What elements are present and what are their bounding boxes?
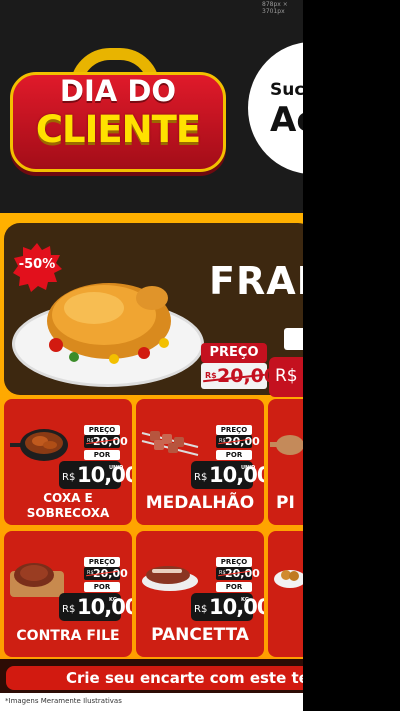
featured-product-title: FRAN [209,259,303,303]
product-card-contra-file: PREÇO R$ 20,00 POR R$ 10,00 KG CONTRA FI… [4,531,132,657]
product-card-pancetta: PREÇO R$ 20,00 POR R$ 10,00 KG PANCETTA [136,531,264,657]
product-card-medalhao: PREÇO R$ 20,00 POR R$ 10,00 UNID MEDALHÃ… [136,399,264,525]
product-name-line1: COXA E [43,491,93,505]
price-tab [284,328,303,350]
steak-icon [10,563,64,597]
preco-label: PREÇO [84,425,120,435]
badge-text-line1: Suc [270,80,303,100]
product-name: PI [276,493,295,513]
preco-label: PREÇO [216,557,252,567]
header-area: 878px × 3701px DIA DO CLIENTE Suc Ac [0,0,303,215]
currency: R$ [194,472,208,483]
product-name: CONTRA FILE [16,628,120,644]
right-black-panel [303,0,400,711]
unit-label: UNID [241,465,256,471]
price-label: PREÇO [201,343,267,363]
disclaimer: *Imagens Meramente Ilustrativas [5,697,122,705]
old-price: R$ 20,00 [84,567,128,580]
unit-label: KG [109,597,117,603]
old-price: R$ 20,00 [84,435,128,448]
cta-banner[interactable]: Crie seu encarte com este te [6,666,311,690]
product-name-line2: SOBRECOXA [26,506,110,520]
por-label: POR [84,450,120,460]
currency: R$ [194,604,208,615]
logo-line1: DIA DO [59,74,177,108]
old-price: R$ 20,00 [201,363,277,389]
new-price-currency: R$ [275,366,298,386]
product-name: PANCETTA [151,625,249,645]
skewers-icon [141,431,199,456]
new-price: R$ 10,00 KG [191,593,264,621]
badge-text-line2: Ac [270,100,303,140]
pancetta-icon [142,566,198,591]
product-name: COXA E SOBRECOXA [4,491,132,521]
price-value: 10,00 [209,595,264,619]
price-value: 10,00 [209,463,264,487]
featured-product: -50% FRAN PREÇO R$ 20,00 [4,223,303,397]
logo-line2: CLIENTE [35,108,201,151]
old-price: R$ 20,00 [216,435,260,448]
new-price: R$ [269,357,303,397]
preco-label: PREÇO [216,425,252,435]
offers-area: -50% FRAN PREÇO R$ 20,00 [0,213,303,693]
roast-chicken-image [47,283,171,364]
product-card-coxa: PREÇO R$ 20,00 POR R$ 10,00 UNID COXA E … [4,399,132,525]
new-price: R$ 10,00 UNID [191,461,264,489]
unit-label: UNID [109,465,124,471]
new-price: R$ 10,00 UNID [59,461,132,489]
new-price: R$ 10,00 KG [59,593,132,621]
por-label: POR [216,582,252,592]
flyer-page: 878px × 3701px DIA DO CLIENTE Suc Ac -50… [0,0,400,711]
dia-do-cliente-logo: DIA DO CLIENTE [10,48,230,173]
currency: R$ [62,604,76,615]
product-name: MEDALHÃO [145,493,255,513]
cutting-board-icon [270,435,303,455]
skillet-chicken-icon [10,429,68,461]
price-value: 10,00 [77,595,132,619]
unit-label: KG [241,597,249,603]
currency: R$ [62,472,76,483]
por-label: POR [84,582,120,592]
product-card-partial-2 [268,531,303,657]
old-price: R$ 20,00 [216,567,260,580]
por-label: POR [216,450,252,460]
food-plate-icon [274,570,303,588]
product-card-partial: PI [268,399,303,525]
preco-label: PREÇO [84,557,120,567]
dimensions-label: 878px × 3701px [262,1,288,15]
price-value: 10,00 [77,463,132,487]
